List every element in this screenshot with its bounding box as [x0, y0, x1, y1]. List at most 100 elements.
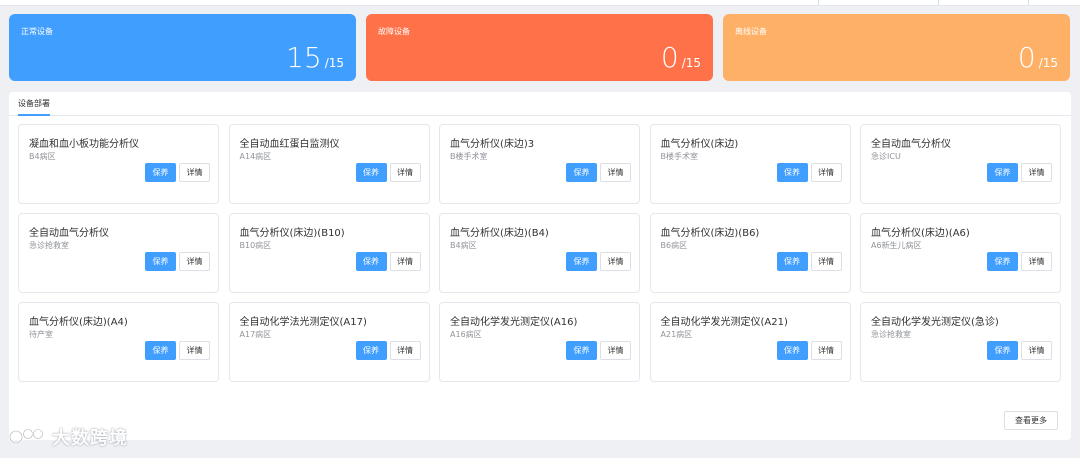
- maintain-button[interactable]: 保养: [566, 163, 597, 182]
- card-actions: 保养 详情: [145, 252, 210, 271]
- maintain-button[interactable]: 保养: [776, 252, 808, 271]
- offline-devices-card: 离线设备 0/15: [723, 14, 1070, 81]
- device-name: 全自动化学发光测定仪(急诊): [871, 317, 999, 328]
- card-actions: 保养 详情: [355, 252, 421, 271]
- card-actions: 保养 详情: [987, 341, 1052, 360]
- device-card: 血气分析仪(床边)(B10) B10病区 保养 详情: [228, 213, 430, 293]
- device-card: 全自动血气分析仪 急诊ICU 保养 详情: [860, 124, 1061, 204]
- device-name: 凝血和血小板功能分析仪: [29, 139, 139, 150]
- device-name: 血气分析仪(床边)(B6): [660, 228, 760, 239]
- device-name: 全自动化学法光测定仪(A17): [239, 317, 367, 328]
- watermark-text: 大数跨境: [52, 428, 128, 449]
- device-card: 全自动血气分析仪 急诊抢救室 保养 详情: [18, 213, 219, 293]
- card-actions: 保养 详情: [987, 163, 1052, 182]
- device-location: B4病区: [450, 241, 477, 250]
- detail-button[interactable]: 详情: [600, 252, 631, 271]
- detail-button[interactable]: 详情: [810, 252, 842, 271]
- maintain-button[interactable]: 保养: [145, 252, 176, 271]
- maintain-button[interactable]: 保养: [145, 163, 176, 182]
- maintain-button[interactable]: 保养: [776, 341, 808, 360]
- device-card: 血气分析仪(床边)(B6) B6病区保养 详情: [649, 213, 851, 293]
- stat-total: /15: [681, 56, 701, 70]
- toolbar-divider: [1028, 0, 1029, 5]
- maintain-button[interactable]: 保养: [987, 341, 1018, 360]
- device-name: 血气分析仪(床边)3: [450, 139, 535, 150]
- detail-button[interactable]: 详情: [389, 341, 421, 360]
- device-card: 血气分析仪(床边)(A6) A6新生儿病区 保养 详情: [860, 213, 1061, 293]
- device-name: 全自动血气分析仪: [871, 139, 951, 150]
- normal-devices-card: 正常设备 15/15: [9, 14, 356, 81]
- card-actions: 保养 详情: [566, 163, 631, 182]
- device-location: A21病区: [660, 330, 693, 339]
- card-actions: 保养 详情: [566, 252, 631, 271]
- device-card: 血气分析仪(床边)(B4) B4病区 保养 详情: [439, 213, 640, 293]
- device-location: A17病区: [239, 330, 272, 339]
- detail-button[interactable]: 详情: [1021, 163, 1052, 182]
- tab-device-deployment[interactable]: 设备部署: [18, 98, 50, 116]
- device-location: A14病区: [239, 152, 272, 161]
- device-name: 血气分析仪(床边): [660, 139, 739, 150]
- maintain-button[interactable]: 保养: [776, 163, 808, 182]
- device-location: 急诊ICU: [871, 152, 901, 161]
- maintain-button[interactable]: 保养: [145, 341, 176, 360]
- device-card: 全自动化学发光测定仪(急诊) 急诊抢救室保养 详情: [860, 302, 1061, 382]
- stat-count: 15: [286, 41, 322, 74]
- card-actions: 保养 详情: [776, 252, 842, 271]
- stat-value: 15/15: [286, 41, 344, 74]
- device-location: A16病区: [450, 330, 482, 339]
- stat-count: 0: [1017, 41, 1036, 74]
- detail-button[interactable]: 详情: [179, 163, 210, 182]
- detail-button[interactable]: 详情: [600, 341, 631, 360]
- device-card: 全自动血红蛋白监测仪 A14病区保养 详情: [228, 124, 430, 204]
- device-card: 全自动化学发光测定仪(A21) A21病区 保养 详情: [649, 302, 851, 382]
- card-actions: 保养 详情: [987, 252, 1052, 271]
- watermark: 大数跨境: [8, 424, 128, 450]
- maintain-button[interactable]: 保养: [987, 163, 1018, 182]
- status-summary: 正常设备 15/15 故障设备 0/15 离线设备 0/15: [9, 14, 1070, 81]
- card-actions: 保养 详情: [566, 341, 631, 360]
- device-name: 血气分析仪(床边)(B10): [239, 228, 345, 239]
- device-location: B楼手术室: [660, 152, 699, 161]
- brand-logo-icon: [8, 428, 44, 445]
- device-card: 血气分析仪(床边)3 B楼手术室保养 详情: [439, 124, 640, 204]
- device-card: 血气分析仪(床边)(A4) 待产室 保养 详情: [18, 302, 219, 382]
- device-name: 血气分析仪(床边)(A6): [871, 228, 970, 239]
- detail-button[interactable]: 详情: [1021, 341, 1052, 360]
- toolbar-divider: [818, 0, 819, 5]
- card-actions: 保养 详情: [776, 163, 842, 182]
- device-name: 血气分析仪(床边)(A4): [29, 317, 128, 328]
- maintain-button[interactable]: 保养: [355, 163, 387, 182]
- device-card: 全自动化学法光测定仪(A17) A17病区保养 详情: [228, 302, 430, 382]
- card-actions: 保养 详情: [145, 341, 210, 360]
- detail-button[interactable]: 详情: [1021, 252, 1052, 271]
- stat-label: 故障设备: [378, 27, 410, 36]
- maintain-button[interactable]: 保养: [987, 252, 1018, 271]
- detail-button[interactable]: 详情: [389, 163, 421, 182]
- stat-label: 离线设备: [735, 27, 767, 36]
- maintain-button[interactable]: 保养: [355, 252, 387, 271]
- detail-button[interactable]: 详情: [810, 341, 842, 360]
- card-actions: 保养 详情: [355, 163, 421, 182]
- detail-button[interactable]: 详情: [389, 252, 421, 271]
- detail-button[interactable]: 详情: [179, 341, 210, 360]
- device-name: 全自动血红蛋白监测仪: [239, 139, 340, 150]
- toolbar-divider: [938, 0, 939, 5]
- device-name: 全自动血气分析仪: [29, 228, 109, 239]
- detail-button[interactable]: 详情: [810, 163, 842, 182]
- stat-value: 0/15: [1018, 41, 1058, 74]
- top-toolbar-strip: [0, 0, 1080, 6]
- stat-label: 正常设备: [21, 27, 53, 36]
- maintain-button[interactable]: 保养: [355, 341, 387, 360]
- card-actions: 保养 详情: [776, 341, 842, 360]
- detail-button[interactable]: 详情: [600, 163, 631, 182]
- maintain-button[interactable]: 保养: [566, 341, 597, 360]
- detail-button[interactable]: 详情: [179, 252, 210, 271]
- fault-devices-card: 故障设备 0/15: [366, 14, 713, 81]
- device-location: B楼手术室: [450, 152, 488, 161]
- device-location: 急诊抢救室: [871, 330, 911, 339]
- stat-value: 0/15: [661, 41, 701, 74]
- view-more-button[interactable]: 查看更多: [1004, 411, 1058, 430]
- device-location: B6病区: [660, 241, 688, 250]
- maintain-button[interactable]: 保养: [566, 252, 597, 271]
- tab-bar: 设备部署: [9, 92, 1071, 116]
